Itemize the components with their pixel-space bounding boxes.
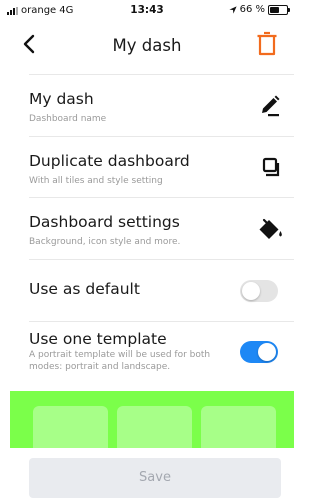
status-bar: orange 4G 13:43 66 % [0,0,294,22]
use-as-default-toggle[interactable] [240,280,278,302]
dashboard-name-caption: Dashboard name [29,114,107,124]
delete-button[interactable] [256,31,278,57]
header: My dash [0,22,294,70]
dashboard-preview [10,391,294,448]
status-bar-right: 66 % [228,4,290,15]
battery-percent: 66 % [239,4,265,15]
row-use-as-default[interactable]: Use as default [29,259,294,322]
row-use-one-template[interactable]: Use one template A portrait template wil… [29,321,294,392]
paint-bucket-icon [259,218,282,239]
duplicate-dashboard-title: Duplicate dashboard [29,152,190,170]
row-dashboard-name[interactable]: My dash Dashboard name [29,74,294,137]
dashboard-settings-title: Dashboard settings [29,213,180,231]
row-duplicate-dashboard[interactable]: Duplicate dashboard With all tiles and s… [29,136,294,198]
trash-icon [257,31,277,56]
preview-tile [117,406,192,448]
preview-tile [33,406,108,448]
copy-icon [262,157,280,177]
battery-fill [270,6,279,13]
use-as-default-label: Use as default [29,280,140,298]
location-arrow-icon [228,5,237,14]
use-one-template-toggle[interactable] [240,341,278,363]
row-dashboard-settings[interactable]: Dashboard settings Background, icon styl… [29,197,294,260]
use-one-template-caption: A portrait template will be used for bot… [29,350,211,372]
dashboard-settings-caption: Background, icon style and more. [29,237,181,247]
pencil-icon[interactable] [256,92,284,120]
dashboard-name-value: My dash [29,90,94,108]
use-one-template-label: Use one template [29,330,167,348]
battery-icon [268,4,290,15]
preview-tile [201,406,276,448]
duplicate-dashboard-caption: With all tiles and style setting [29,176,163,186]
save-button[interactable]: Save [29,458,281,498]
toggle-knob [258,343,276,361]
toggle-knob [242,282,260,300]
page-title: My dash [112,36,182,55]
